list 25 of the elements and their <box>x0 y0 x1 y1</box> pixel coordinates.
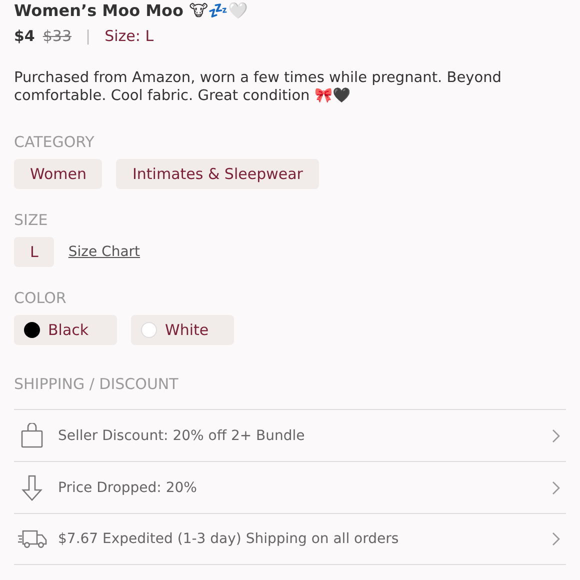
category-chip[interactable]: Women <box>14 159 102 189</box>
chevron-icon <box>552 480 560 494</box>
bag-icon <box>20 422 44 448</box>
size-label: Size: L <box>104 27 154 45</box>
shipping-row[interactable]: Price Dropped: 20% <box>14 461 566 513</box>
category-chip[interactable]: Intimates & Sleepwear <box>116 159 319 189</box>
listing-title: Women’s Moo Moo 🐮💤🤍 <box>14 1 250 20</box>
description: Purchased from Amazon, worn a few times while pregnant. Beyond comfortable. Cool fabric. Great condition 🎀🖤 <box>14 69 502 105</box>
shipping-row[interactable]: Seller Discount: 20% off 2+ Bundle <box>14 409 566 461</box>
color-chip[interactable]: White <box>131 315 234 345</box>
chevron-icon <box>552 532 560 546</box>
shipping-row[interactable]: $7.67 Expedited (1-3 day) Shipping on all orders <box>14 513 566 565</box>
price: $4 <box>14 27 35 45</box>
section-heading: SHIPPING / DISCOUNT <box>14 375 180 393</box>
chevron-icon <box>552 428 560 442</box>
down-arrow-icon <box>21 474 43 500</box>
section-heading: COLOR <box>14 289 68 307</box>
size-chip[interactable]: L <box>14 237 54 267</box>
section-heading: SIZE <box>14 211 49 229</box>
size-chart-link[interactable]: Size Chart <box>68 244 140 260</box>
original-price: $33 <box>42 27 72 45</box>
separator: | <box>86 27 91 45</box>
truck-icon <box>17 529 47 549</box>
color-chip[interactable]: Black <box>14 315 117 345</box>
section-heading: CATEGORY <box>14 133 96 151</box>
